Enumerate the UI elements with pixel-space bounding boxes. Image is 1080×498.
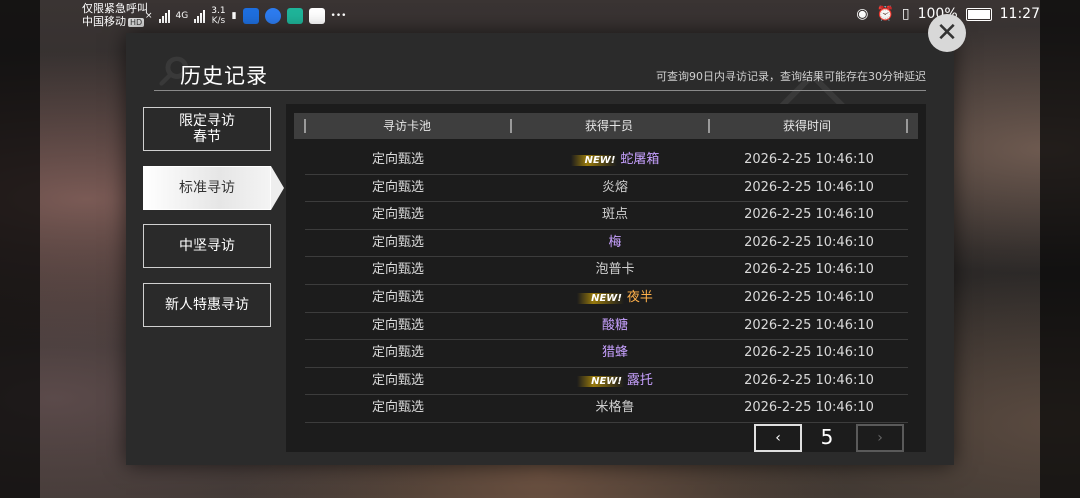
- vibrate-icon: ▯: [901, 6, 910, 22]
- operator-cell: 酸糖: [491, 312, 739, 339]
- header-operator: 获得干员: [584, 119, 633, 133]
- operator-name: 蛇屠箱: [620, 152, 660, 167]
- status-bar: 仅限紧急呼叫 中国移动 HD × 4G 3.1 K/s ▮ ••• ◉ ⏰ ▯ 10…: [0, 0, 1080, 32]
- more-icon: •••: [330, 11, 347, 21]
- time-cell: 2026-2-25 10:46:10: [744, 400, 874, 416]
- no-sim-icon: ×: [145, 11, 153, 21]
- operator-cell: 梅: [491, 229, 739, 256]
- menu-core[interactable]: 中坚寻访: [143, 224, 271, 268]
- new-badge: NEW!: [577, 293, 624, 304]
- operator-name: 炎熔: [601, 179, 628, 195]
- time-cell: 2026-2-25 10:46:10: [744, 234, 874, 250]
- time-cell: 2026-2-25 10:46:10: [744, 317, 874, 333]
- time-cell: 2026-2-25 10:46:10: [744, 372, 874, 388]
- table-header: 寻访卡池 获得干员 获得时间: [294, 113, 918, 139]
- operator-name: 米格鲁: [595, 400, 635, 416]
- menu-standard[interactable]: 标准寻访: [143, 165, 284, 210]
- table-row: 定向甄选 酸糖 2026-2-25 10:46:10: [305, 312, 908, 341]
- network-type: 4G: [175, 11, 189, 21]
- signal-icon-2: [194, 9, 206, 23]
- table-row: 定向甄选 梅 2026-2-25 10:46:10: [305, 229, 908, 258]
- clock: 11:27: [999, 6, 1040, 22]
- signal-icon: [158, 9, 170, 23]
- pool-cell: 定向甄选: [371, 400, 424, 416]
- operator-cell: 斑点: [491, 201, 739, 228]
- menu-sublabel: 春节: [193, 129, 221, 145]
- menu-newbie[interactable]: 新人特惠寻访: [143, 283, 271, 327]
- menu-label: 标准寻访: [179, 180, 235, 196]
- operator-name: 酸糖: [601, 317, 628, 333]
- network-speed: 3.1 K/s: [211, 6, 226, 26]
- time-cell: 2026-2-25 10:46:10: [744, 290, 874, 305]
- pool-cell: 定向甄选: [371, 372, 424, 388]
- time-cell: 2026-2-25 10:46:10: [744, 179, 874, 195]
- page-number: 5: [820, 425, 834, 449]
- operator-cell: NEW! 夜半: [491, 284, 739, 312]
- menu-label: 中坚寻访: [179, 238, 235, 254]
- query-notice: 可查询90日内寻访记录，查询结果可能存在30分钟延迟: [656, 70, 926, 83]
- operator-name: 泡普卡: [595, 262, 635, 278]
- left-edge-shade: [0, 0, 40, 498]
- app-blue-icon: [264, 8, 281, 24]
- battery-icon: [965, 7, 992, 21]
- alarm-icon: ⏰: [876, 6, 894, 22]
- header-pool: 寻访卡池: [382, 119, 431, 133]
- close-button[interactable]: ✕: [928, 14, 966, 52]
- operator-cell: NEW! 蛇屠箱: [491, 146, 739, 174]
- right-edge-shade: [1040, 0, 1080, 498]
- header-time: 获得时间: [782, 119, 831, 133]
- operator-cell: NEW! 露托: [491, 367, 739, 395]
- menu-limited-spring[interactable]: 限定寻访 春节: [143, 107, 271, 151]
- status-icons: × 4G 3.1 K/s ▮ •••: [145, 6, 346, 26]
- operator-name: 猎蜂: [601, 345, 628, 361]
- menu-label: 限定寻访: [179, 113, 235, 129]
- table-row: 定向甄选 NEW! 夜半 2026-2-25 10:46:10: [305, 284, 908, 313]
- title-divider: [154, 90, 926, 91]
- pool-cell: 定向甄选: [371, 317, 424, 333]
- table-row: 定向甄选 NEW! 蛇屠箱 2026-2-25 10:46:10: [305, 146, 908, 175]
- battery-saver-icon: ▮: [231, 11, 237, 21]
- alipay-icon: [242, 8, 259, 24]
- time-cell: 2026-2-25 10:46:10: [744, 207, 874, 223]
- menu-label: 新人特惠寻访: [165, 297, 249, 313]
- map-pin-icon: [308, 8, 325, 24]
- operator-name: 斑点: [601, 207, 628, 223]
- eye-icon: ◉: [856, 6, 869, 22]
- operator-name: 夜半: [626, 290, 653, 305]
- new-badge: NEW!: [577, 375, 624, 387]
- time-cell: 2026-2-25 10:46:10: [744, 345, 874, 361]
- pool-cell: 定向甄选: [371, 152, 424, 167]
- table-row: 定向甄选 斑点 2026-2-25 10:46:10: [305, 201, 908, 230]
- operator-cell: 炎熔: [491, 174, 739, 201]
- carrier-name: 中国移动: [82, 15, 126, 28]
- table-row: 定向甄选 米格鲁 2026-2-25 10:46:10: [305, 394, 908, 423]
- table-row: 定向甄选 炎熔 2026-2-25 10:46:10: [305, 174, 908, 203]
- emergency-text: 仅限紧急呼叫: [82, 2, 148, 15]
- operator-cell: 泡普卡: [491, 256, 739, 283]
- table-row: 定向甄选 泡普卡 2026-2-25 10:46:10: [305, 256, 908, 285]
- operator-cell: 猎蜂: [491, 339, 739, 366]
- pool-cell: 定向甄选: [371, 234, 424, 250]
- operator-name: 露托: [626, 372, 653, 388]
- pool-cell: 定向甄选: [371, 179, 424, 195]
- table-row: 定向甄选 猎蜂 2026-2-25 10:46:10: [305, 339, 908, 368]
- next-page-button[interactable]: ›: [856, 424, 904, 452]
- dialog-title: 历史记录: [180, 64, 268, 88]
- pool-cell: 定向甄选: [371, 207, 424, 223]
- pool-cell: 定向甄选: [371, 345, 424, 361]
- carrier-info: 仅限紧急呼叫 中国移动 HD: [82, 2, 148, 29]
- table-row: 定向甄选 NEW! 露托 2026-2-25 10:46:10: [305, 367, 908, 396]
- hd-badge: HD: [128, 18, 145, 27]
- time-cell: 2026-2-25 10:46:10: [744, 152, 874, 167]
- operator-name: 梅: [608, 234, 622, 250]
- boss-app-icon: [286, 8, 303, 24]
- pool-cell: 定向甄选: [371, 290, 424, 305]
- time-cell: 2026-2-25 10:46:10: [744, 262, 874, 278]
- pool-cell: 定向甄选: [371, 262, 424, 278]
- prev-page-button[interactable]: ‹: [754, 424, 802, 452]
- new-badge: NEW!: [570, 155, 618, 166]
- operator-cell: 米格鲁: [491, 394, 739, 421]
